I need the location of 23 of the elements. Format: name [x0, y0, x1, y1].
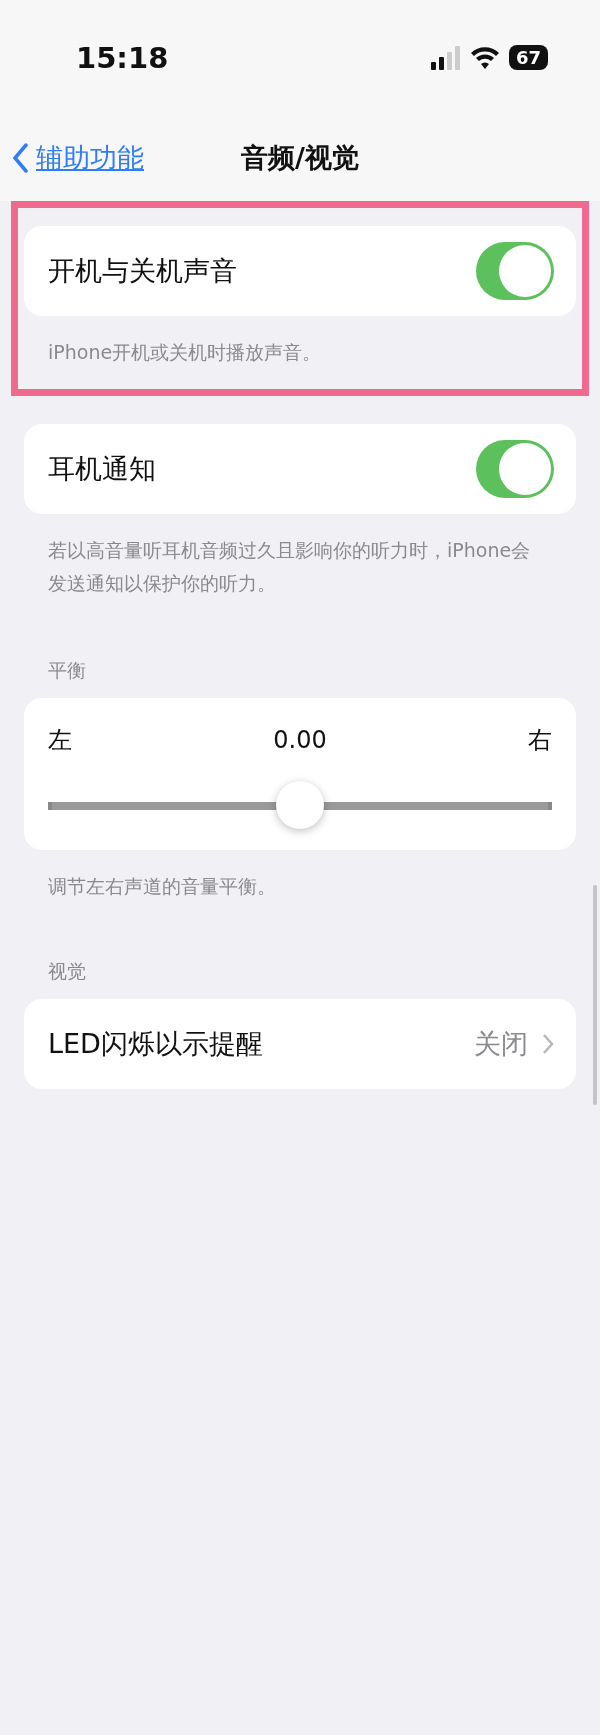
- setting-label: LED闪烁以示提醒: [48, 1027, 263, 1061]
- chevron-icon: [542, 1033, 554, 1055]
- page-title: 音频/视觉: [241, 141, 359, 175]
- battery-level: 67: [508, 45, 548, 70]
- status-time: 15:18: [76, 40, 169, 75]
- back-chevron-icon: [12, 143, 28, 173]
- setting-label: 耳机通知: [48, 452, 156, 486]
- section-header: 视觉: [47, 959, 87, 984]
- slider-reading: 0.00: [273, 726, 327, 754]
- setting-row[interactable]: LED闪烁以示提醒 关闭: [24, 999, 576, 1089]
- section-header: 平衡: [47, 658, 87, 683]
- right-label: 右: [528, 725, 552, 756]
- wifi-icon: [470, 46, 499, 69]
- slider-thumb[interactable]: [276, 781, 324, 829]
- toggle-switch[interactable]: [476, 242, 554, 300]
- setting-label: 开机与关机声音: [48, 254, 237, 288]
- signal-icon: [430, 45, 461, 70]
- setting-value: 关闭: [474, 1026, 554, 1062]
- footer-note: 调节左右声道的音量平衡。: [47, 874, 277, 899]
- footer-note: 若以高音量听耳机音频过久且影响你的听力时，iPhone会发送通知以保护你的听力。: [47, 538, 532, 596]
- toggle-switch[interactable]: [476, 440, 554, 498]
- footer-note: iPhone开机或关机时播放声音。: [47, 340, 323, 365]
- left-label: 左: [48, 725, 72, 756]
